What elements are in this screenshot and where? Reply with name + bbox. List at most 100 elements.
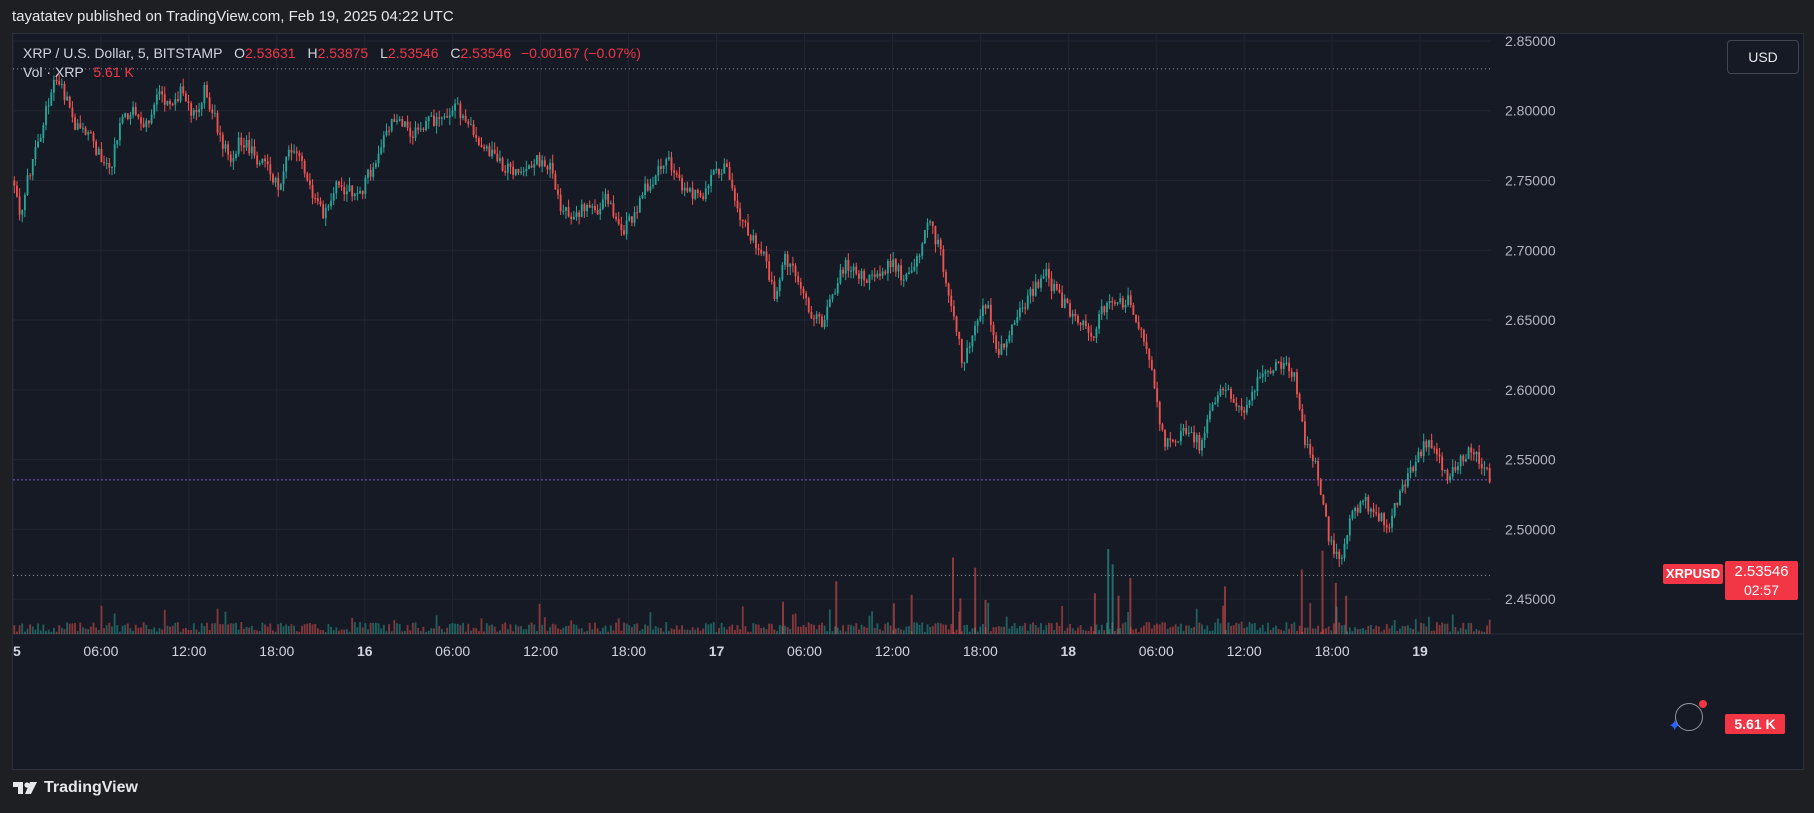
candle-body [279, 184, 282, 190]
candle-body [1346, 535, 1349, 544]
volume-bar [710, 623, 713, 634]
volume-bar [1251, 623, 1254, 634]
volume-bar [1074, 630, 1077, 634]
volume-label[interactable]: Vol · XRP [23, 64, 83, 80]
volume-bar [200, 623, 203, 634]
volume-bar [1369, 624, 1372, 634]
volume-bar [1198, 622, 1201, 634]
candlestick-chart[interactable]: 2.45000 2.50000 2.55000 2.60000 2.65000 2.700… [13, 34, 1803, 769]
volume-bar [1414, 618, 1417, 634]
price-axis[interactable]: 2.45000 2.50000 2.55000 2.60000 2.65000 2.700… [1505, 34, 1556, 607]
candle-body [240, 137, 243, 146]
volume-bar [211, 623, 214, 634]
volume-spike [1093, 593, 1096, 634]
footer-brand[interactable]: TradingView [12, 779, 138, 797]
volume-bar [850, 624, 852, 634]
brand-name: TradingView [44, 779, 138, 796]
volume-bar [177, 622, 179, 634]
volume-bar [272, 630, 274, 634]
volume-bar [1362, 628, 1364, 634]
chart-legend: XRP / U.S. Dollar, 5, BITSTAMP O2.53631 … [23, 44, 641, 82]
candle-body [45, 106, 47, 126]
y-tick-label: 2.50000 [1505, 521, 1556, 537]
volume-bar [166, 625, 169, 634]
candle-body [689, 188, 691, 192]
volume-bar [1216, 618, 1219, 634]
candle-body [113, 144, 116, 167]
candle-body [1322, 494, 1325, 505]
volume-bar [472, 627, 475, 634]
x-tick-label: 12:00 [171, 643, 206, 659]
candle-body [1092, 336, 1095, 338]
candle-body [1245, 404, 1248, 413]
volume-bar [1103, 630, 1106, 634]
candle-body [1185, 428, 1188, 434]
volume-bar [372, 622, 375, 634]
candle-body [111, 166, 113, 168]
candle-body [1179, 431, 1182, 442]
volume-bar [163, 609, 166, 634]
volume-bar [1248, 622, 1251, 634]
candle-body [290, 149, 293, 153]
volume-bar [195, 629, 198, 634]
volume-bar [84, 628, 87, 634]
volume-bar [760, 628, 763, 634]
volume-bar [747, 631, 749, 634]
volume-bar [1071, 628, 1074, 634]
candle-body [68, 96, 71, 108]
candle-body [480, 145, 483, 147]
volume-bar [578, 628, 581, 634]
candle-body [1269, 371, 1272, 374]
volume-bar [570, 620, 573, 634]
candle-body [897, 265, 900, 272]
candle-body [1443, 469, 1446, 471]
candle-body [755, 235, 757, 249]
volume-bar [1177, 626, 1180, 634]
candle-body [644, 183, 647, 196]
volume-bar [306, 623, 309, 634]
currency-button[interactable]: USD [1727, 40, 1799, 74]
candle-body [1224, 389, 1227, 391]
candle-body [636, 212, 639, 214]
candle-body [353, 193, 356, 197]
candle-body [1011, 324, 1013, 336]
y-tick-label: 2.80000 [1505, 103, 1556, 119]
volume-bar [235, 622, 237, 634]
candle-body [588, 205, 591, 208]
candle-body [200, 103, 203, 110]
candle-body [657, 166, 660, 176]
volume-bar [979, 626, 982, 634]
chart-panel[interactable]: 2.45000 2.50000 2.55000 2.60000 2.65000 2.700… [12, 33, 1804, 770]
volume-bar [327, 624, 330, 634]
candle-body [546, 166, 549, 170]
volume-bar [789, 628, 792, 634]
candle-body [683, 187, 686, 191]
volume-spike [1321, 550, 1324, 634]
volume-bar [926, 624, 929, 634]
candle-body [34, 147, 37, 160]
candle-body [997, 348, 1000, 355]
volume-bar [889, 625, 892, 634]
volume-bar [1214, 622, 1217, 634]
candle-body [839, 269, 842, 284]
candle-body [462, 115, 464, 118]
candle-body [1306, 444, 1309, 446]
volume-bar [50, 631, 53, 634]
y-tick-label: 2.85000 [1505, 34, 1556, 49]
candle-body [1267, 371, 1269, 373]
volume-bar [604, 625, 607, 634]
candle-body [884, 271, 887, 274]
candle-body [1401, 484, 1404, 492]
candle-body [813, 318, 815, 320]
candle-body [865, 280, 868, 283]
symbol-name[interactable]: XRP / U.S. Dollar, 5, BITSTAMP [23, 45, 222, 61]
candle-body [1369, 508, 1372, 512]
time-axis[interactable]: 15 06:00 12:00 18:00 16 06:00 12:00 18:00 17 06:0… [13, 643, 1428, 659]
candle-body [37, 141, 39, 148]
volume-bar [565, 626, 567, 634]
candle-body [1293, 372, 1296, 377]
volume-bar [683, 629, 686, 634]
candle-body [330, 200, 332, 207]
candle-body [599, 208, 602, 215]
volume-bar [34, 629, 37, 634]
